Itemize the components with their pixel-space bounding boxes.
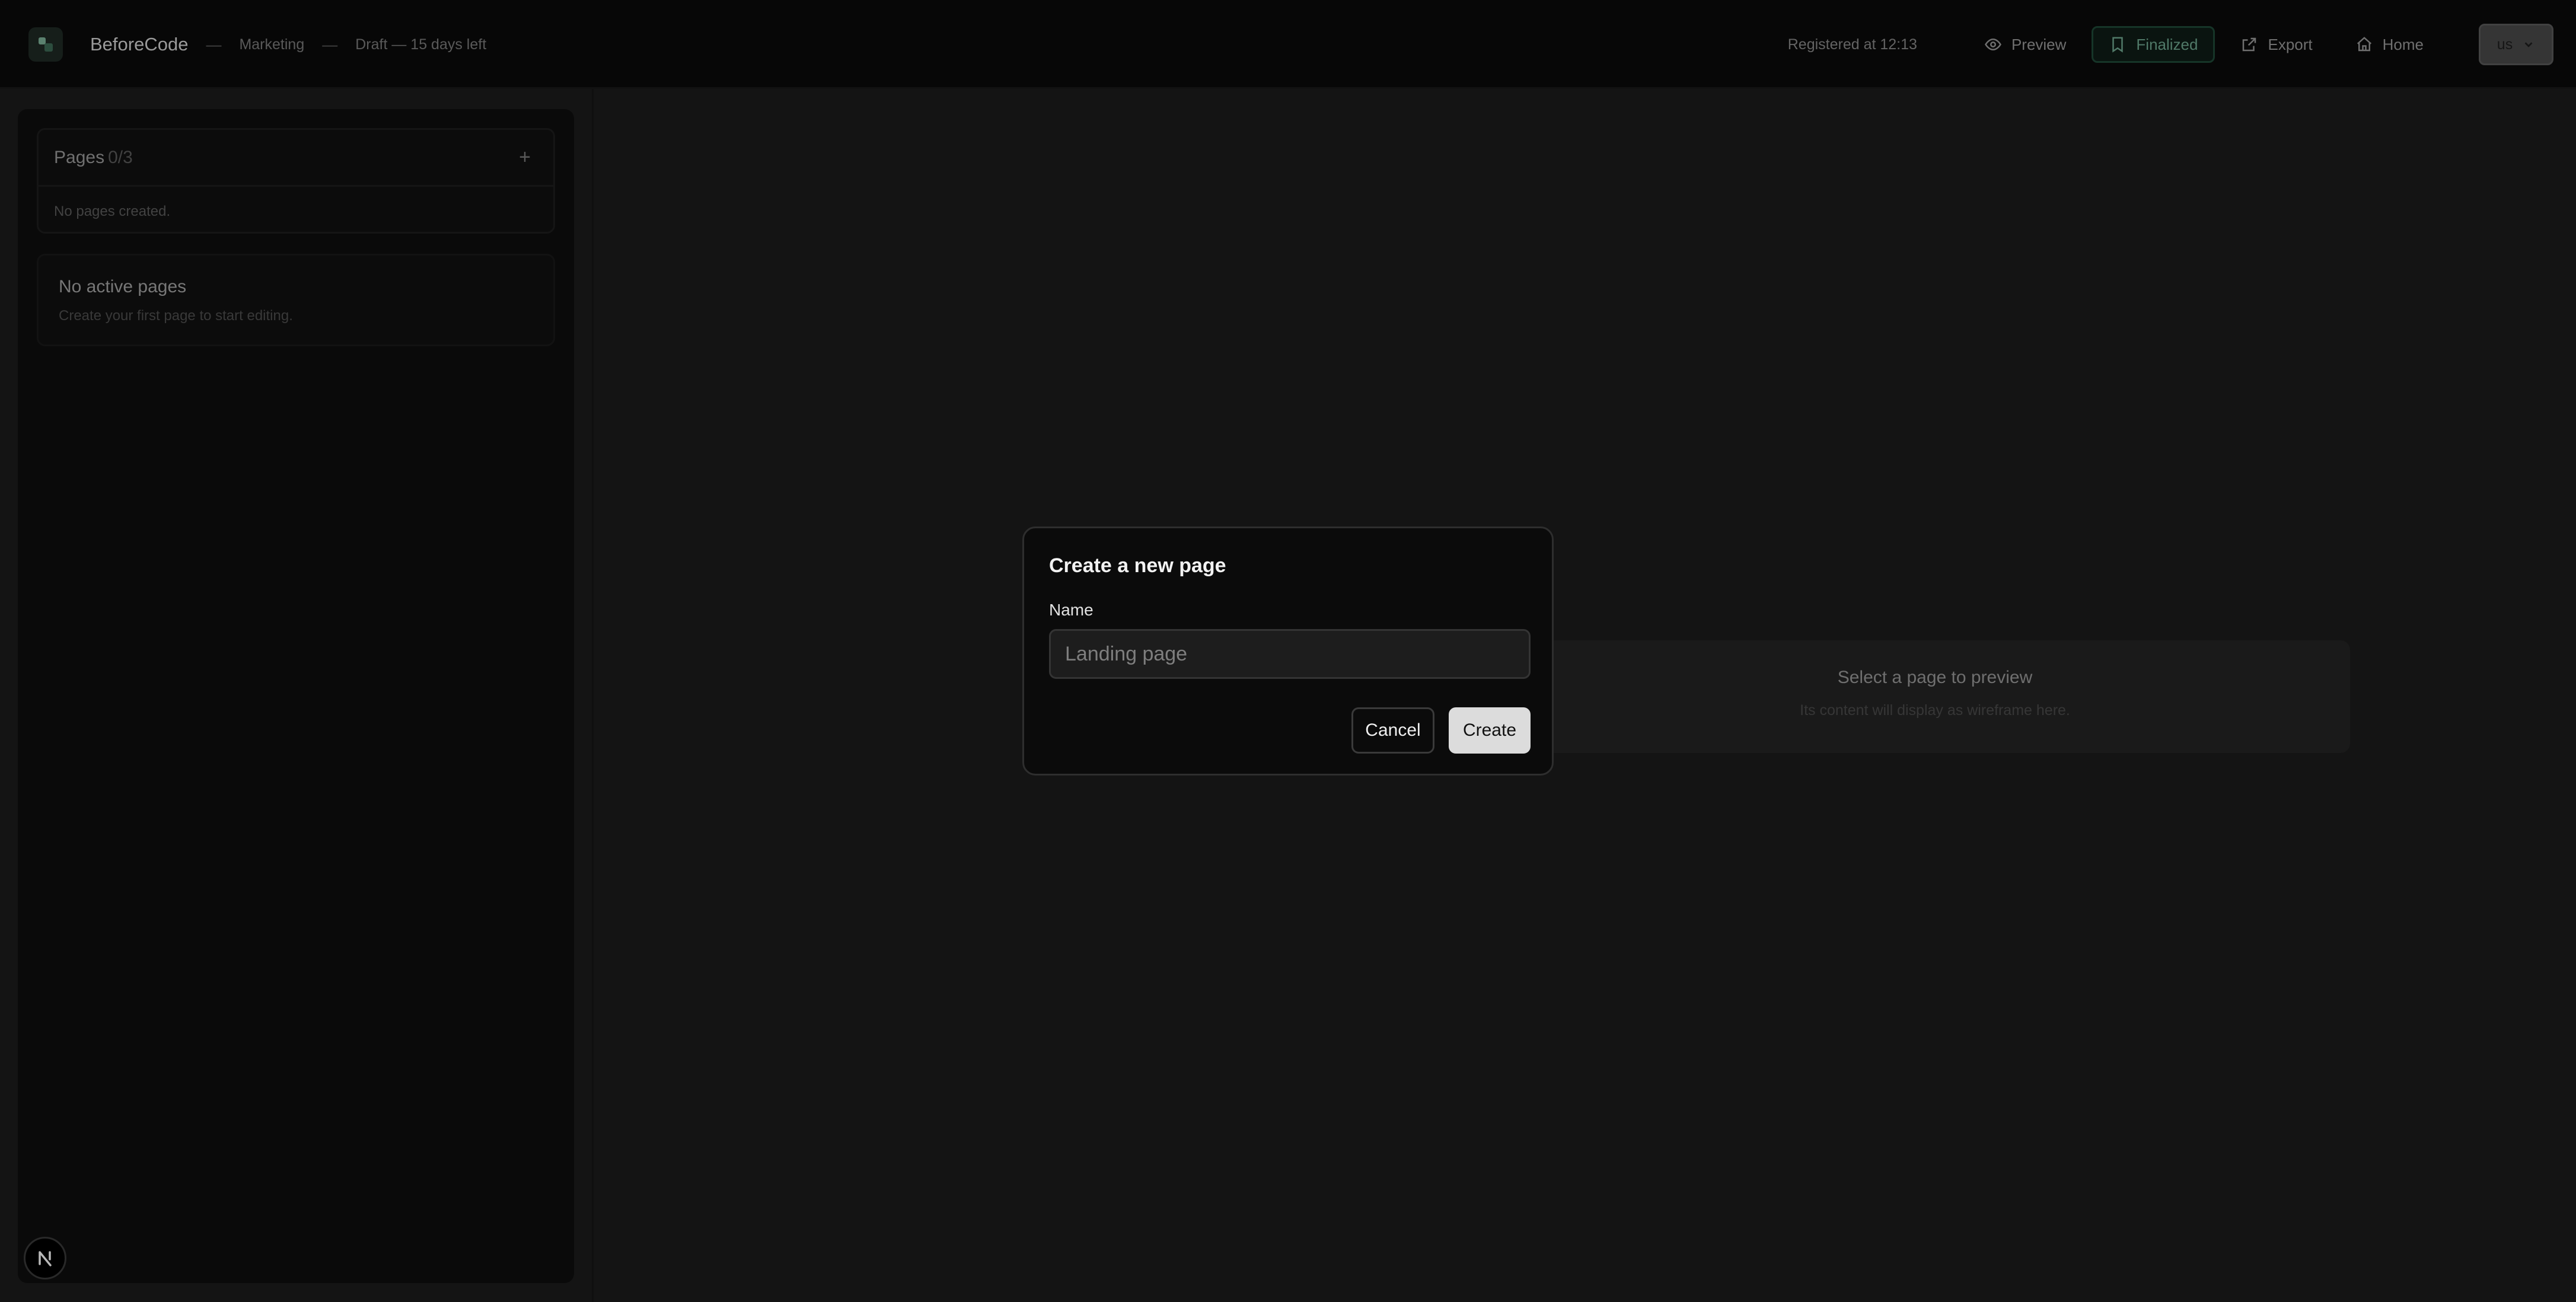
create-button[interactable]: Create (1449, 707, 1531, 754)
create-page-dialog: Create a new page Name Cancel Create (1022, 526, 1554, 776)
dialog-title: Create a new page (1049, 554, 1226, 577)
app-window: BeforeCode — Marketing — Draft — 15 days… (0, 0, 2576, 1302)
cancel-button[interactable]: Cancel (1351, 707, 1434, 754)
page-name-input[interactable] (1049, 629, 1531, 679)
name-label: Name (1049, 601, 1093, 619)
